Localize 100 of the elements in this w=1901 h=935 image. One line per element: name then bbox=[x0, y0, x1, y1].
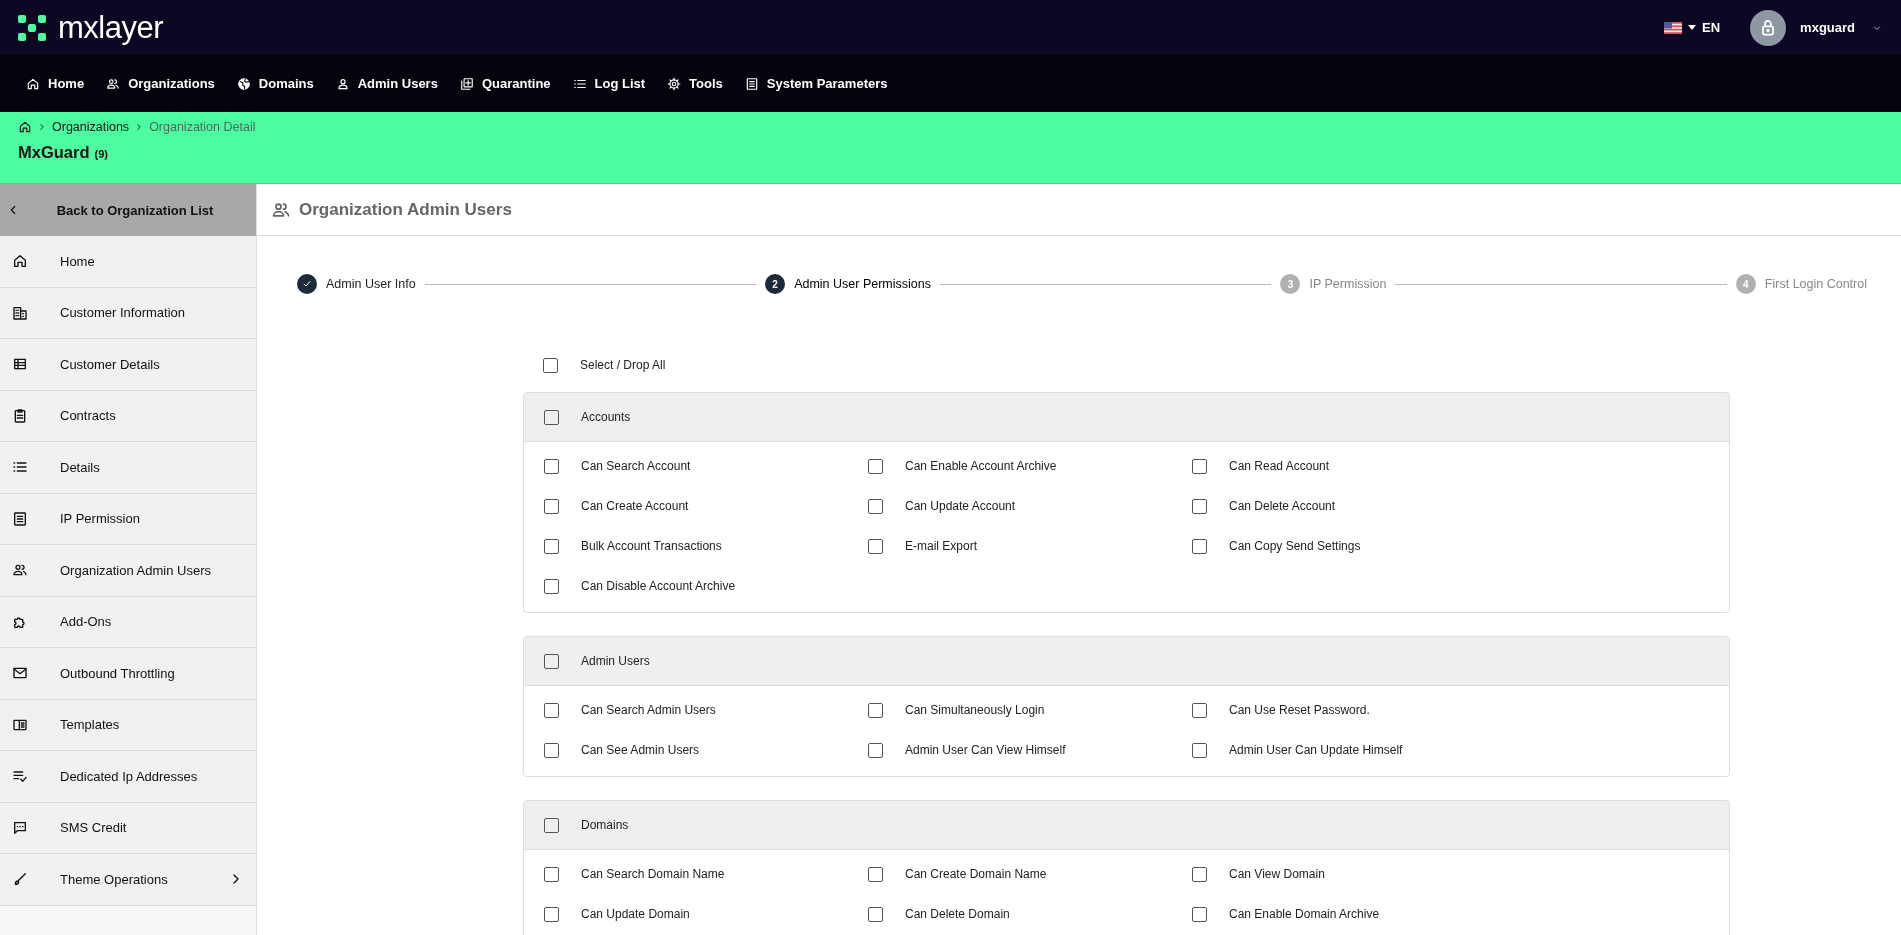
building-icon bbox=[12, 304, 28, 321]
checkbox[interactable] bbox=[1192, 866, 1207, 882]
permission-label: Bulk Account Transactions bbox=[581, 539, 722, 553]
checkbox[interactable] bbox=[544, 458, 559, 474]
sidebar-item[interactable]: Templates bbox=[0, 699, 256, 751]
checkbox[interactable] bbox=[544, 866, 559, 882]
sidebar-item[interactable]: Outbound Throttling bbox=[0, 648, 256, 700]
checkbox[interactable] bbox=[868, 866, 883, 882]
permission-label: Can Copy Send Settings bbox=[1229, 539, 1361, 553]
step-label: IP Permission bbox=[1309, 277, 1387, 291]
checkbox[interactable] bbox=[544, 702, 559, 718]
checkbox[interactable] bbox=[1192, 906, 1207, 922]
nav-link[interactable]: System Parameters bbox=[744, 76, 888, 91]
caret-icon[interactable] bbox=[1688, 24, 1697, 31]
breadcrumb-current: Organization Detail bbox=[149, 120, 256, 134]
checkbox[interactable] bbox=[1192, 742, 1207, 758]
permission-label: Admin User Can View Himself bbox=[905, 743, 1066, 757]
chevron-icon bbox=[37, 122, 47, 132]
nav-link[interactable]: Admin Users bbox=[335, 76, 438, 91]
sidebar-item[interactable]: Dedicated Ip Addresses bbox=[0, 751, 256, 803]
flag-icon[interactable] bbox=[1664, 21, 1683, 34]
checkbox[interactable] bbox=[543, 357, 558, 373]
globe-icon bbox=[236, 76, 251, 91]
checkbox[interactable] bbox=[544, 906, 559, 922]
permission-label: Can See Admin Users bbox=[581, 743, 700, 757]
sidebar-item[interactable]: Home bbox=[0, 236, 256, 288]
group-title: Accounts bbox=[581, 410, 631, 424]
checkbox[interactable] bbox=[1192, 538, 1207, 554]
step-number: 4 bbox=[1735, 274, 1756, 294]
checkbox[interactable] bbox=[544, 498, 559, 514]
gear-icon bbox=[667, 76, 682, 91]
step-label: First Login Control bbox=[1764, 277, 1867, 291]
checkbox[interactable] bbox=[868, 742, 883, 758]
permission-label: Can Simultaneously Login bbox=[905, 703, 1045, 717]
breadcrumb-link[interactable]: Organizations bbox=[52, 120, 130, 134]
organization-name: MxGuard bbox=[18, 143, 90, 162]
nav-link[interactable]: Organizations bbox=[106, 76, 215, 91]
permission-label: Can Create Account bbox=[581, 499, 689, 513]
nav-link[interactable]: Domains bbox=[236, 76, 314, 91]
clipboard-icon bbox=[12, 407, 28, 424]
person-icon bbox=[335, 76, 350, 91]
checkbox[interactable] bbox=[544, 742, 559, 758]
permission-label: Can Update Domain bbox=[581, 907, 690, 921]
nav-link[interactable]: Log List bbox=[572, 76, 646, 91]
user-name[interactable]: mxguard bbox=[1800, 20, 1855, 35]
checkbox[interactable] bbox=[868, 498, 883, 514]
permission-label: Can Search Domain Name bbox=[581, 867, 725, 881]
nav-link[interactable]: Tools bbox=[667, 76, 723, 91]
checkbox[interactable] bbox=[1192, 702, 1207, 718]
permission-label: Can Create Domain Name bbox=[905, 867, 1047, 881]
checkbox[interactable] bbox=[544, 578, 559, 594]
brush-icon bbox=[12, 871, 28, 888]
checkbox[interactable] bbox=[1192, 458, 1207, 474]
step-label: Admin User Info bbox=[326, 277, 416, 291]
organization-count: (9) bbox=[94, 148, 108, 160]
checkbox[interactable] bbox=[868, 702, 883, 718]
checkbox[interactable] bbox=[1192, 498, 1207, 514]
nav-link[interactable]: Home bbox=[26, 76, 85, 91]
checkbox[interactable] bbox=[544, 409, 559, 425]
sidebar-item[interactable]: Details bbox=[0, 442, 256, 494]
nav-link[interactable]: Quarantine bbox=[459, 76, 551, 91]
home-icon bbox=[12, 253, 28, 270]
group-title: Domains bbox=[581, 818, 629, 832]
document-icon bbox=[744, 76, 759, 91]
checkbox[interactable] bbox=[868, 458, 883, 474]
sidebar-item[interactable]: Add-Ons bbox=[0, 596, 256, 648]
sidebar-item[interactable]: IP Permission bbox=[0, 493, 256, 545]
sidebar-item[interactable]: SMS Credit bbox=[0, 802, 256, 854]
permission-label: Can Use Reset Password. bbox=[1229, 703, 1370, 717]
sidebar-item[interactable]: Organization Admin Users bbox=[0, 545, 256, 597]
avatar-lock-icon[interactable] bbox=[1750, 9, 1787, 46]
sidebar-item[interactable]: Customer Details bbox=[0, 339, 256, 391]
permission-label: E-mail Export bbox=[905, 539, 978, 553]
checkbox[interactable] bbox=[544, 653, 559, 669]
language-label[interactable]: EN bbox=[1702, 20, 1721, 35]
checkbox[interactable] bbox=[868, 538, 883, 554]
permission-label: Can View Domain bbox=[1229, 867, 1325, 881]
permission-label: Can Delete Account bbox=[1229, 499, 1336, 513]
logo-text: mxlayer bbox=[58, 9, 163, 46]
back-button[interactable]: Back to Organization List bbox=[0, 184, 256, 236]
permission-label: Can Enable Account Archive bbox=[905, 459, 1057, 473]
home-icon[interactable] bbox=[18, 120, 32, 134]
permission-label: Can Disable Account Archive bbox=[581, 579, 736, 593]
permission-label: Can Search Admin Users bbox=[581, 703, 716, 717]
sidebar-item[interactable]: Contracts bbox=[0, 390, 256, 442]
permission-label: Can Search Account bbox=[581, 459, 691, 473]
sidebar-item[interactable]: Theme Operations bbox=[0, 854, 256, 906]
section-title: Organization Admin Users bbox=[299, 199, 512, 220]
chat-icon bbox=[12, 819, 28, 836]
home-icon bbox=[26, 76, 40, 91]
checkbox[interactable] bbox=[544, 817, 559, 833]
document-icon bbox=[12, 510, 28, 527]
step-label: Admin User Permissions bbox=[794, 277, 931, 291]
checkbox[interactable] bbox=[544, 538, 559, 554]
people-icon bbox=[106, 76, 121, 91]
checkbox[interactable] bbox=[868, 906, 883, 922]
permission-label: Can Update Account bbox=[905, 499, 1016, 513]
sidebar-item[interactable]: Customer Information bbox=[0, 287, 256, 339]
select-all-label: Select / Drop All bbox=[580, 358, 666, 372]
step-number: 2 bbox=[765, 274, 786, 294]
